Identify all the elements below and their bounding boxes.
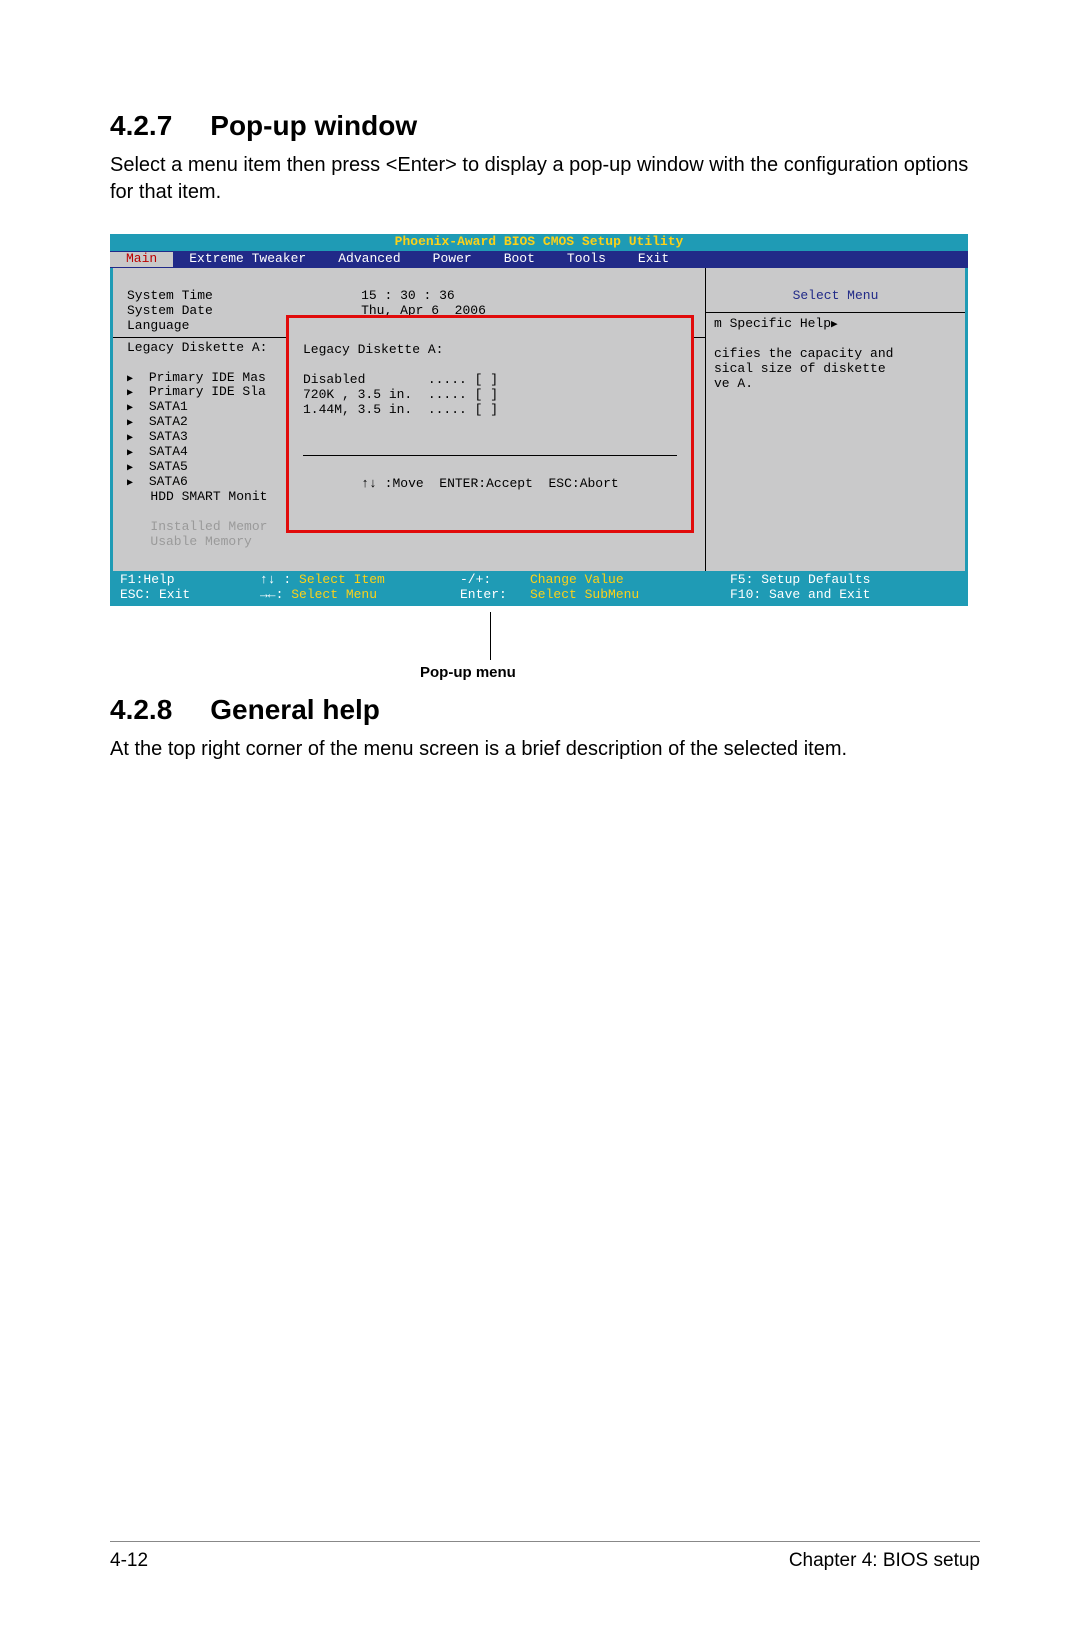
callout-line	[490, 612, 491, 660]
row-legacy-diskette-a[interactable]: Legacy Diskette A:	[127, 340, 267, 355]
callout: Pop-up menu	[110, 614, 968, 684]
chevron-right-icon	[127, 430, 141, 445]
hint-f1-help: F1:Help	[120, 573, 260, 588]
chevron-right-icon	[127, 400, 141, 415]
hint-setup-defaults: F5: Setup Defaults	[730, 573, 950, 588]
section-heading: 4.2.7 Pop-up window	[110, 110, 980, 142]
menu-tools[interactable]: Tools	[551, 252, 622, 267]
bios-screenshot: Phoenix-Award BIOS CMOS Setup Utility Ma…	[110, 234, 968, 606]
chevron-right-icon	[127, 460, 141, 475]
callout-label: Pop-up menu	[420, 664, 516, 681]
help-text: ve A.	[714, 376, 753, 391]
menu-extreme-tweaker[interactable]: Extreme Tweaker	[173, 252, 322, 267]
hint-enter-key: Enter:	[460, 588, 530, 603]
chevron-right-icon	[831, 316, 838, 331]
row-sata4[interactable]: SATA4	[149, 444, 188, 459]
menu-power[interactable]: Power	[417, 252, 488, 267]
menu-exit[interactable]: Exit	[622, 252, 685, 267]
row-system-time[interactable]: System Time 15 : 30 : 36	[127, 288, 455, 303]
hint-esc-exit: ESC: Exit	[120, 588, 260, 603]
row-primary-ide-master[interactable]: Primary IDE Mas	[149, 370, 266, 385]
section-body: At the top right corner of the menu scre…	[110, 736, 980, 763]
row-hdd-smart[interactable]: HDD SMART Monit	[150, 489, 267, 504]
hint-select-menu: →←: Select Menu	[260, 588, 460, 603]
chevron-right-icon	[127, 371, 141, 386]
page-number: 4-12	[110, 1550, 148, 1572]
row-sata2[interactable]: SATA2	[149, 414, 188, 429]
bios-body: System Time 15 : 30 : 36 System Date Thu…	[110, 268, 968, 571]
menu-main[interactable]: Main	[110, 252, 173, 267]
popup-title: Legacy Diskette A:	[303, 342, 443, 357]
menu-advanced[interactable]: Advanced	[322, 252, 416, 267]
page-footer: 4-12 Chapter 4: BIOS setup	[110, 1541, 980, 1572]
popup-option-720k[interactable]: 720K , 3.5 in. ..... [ ]	[303, 387, 498, 402]
bios-right-pane: Select Menu m Specific Help cifies the ca…	[705, 268, 965, 571]
item-specific-help-label: m Specific Help	[714, 316, 838, 331]
bios-menubar: Main Extreme Tweaker Advanced Power Boot…	[110, 251, 968, 268]
row-usable-memory: Usable Memory	[150, 534, 251, 549]
hint-select-item: ↑↓ : Select Item	[260, 573, 460, 588]
chapter-label: Chapter 4: BIOS setup	[789, 1550, 980, 1572]
popup-option-disabled[interactable]: Disabled ..... [ ]	[303, 372, 498, 387]
hint-save-exit: F10: Save and Exit	[730, 588, 950, 603]
chevron-right-icon	[127, 445, 141, 460]
menu-boot[interactable]: Boot	[488, 252, 551, 267]
bios-title: Phoenix-Award BIOS CMOS Setup Utility	[110, 234, 968, 251]
row-primary-ide-slave[interactable]: Primary IDE Sla	[149, 384, 266, 399]
chevron-right-icon	[127, 385, 141, 400]
section-title: Pop-up window	[210, 110, 417, 141]
row-sata6[interactable]: SATA6	[149, 474, 188, 489]
row-installed-memory: Installed Memor	[150, 519, 267, 534]
popup-option-1-44m[interactable]: 1.44M, 3.5 in. ..... [ ]	[303, 402, 498, 417]
row-sata1[interactable]: SATA1	[149, 399, 188, 414]
divider	[303, 455, 677, 456]
popup-window: Legacy Diskette A: Disabled ..... [ ] 72…	[286, 315, 694, 533]
chevron-right-icon	[127, 415, 141, 430]
bios-footer: F1:Help ↑↓ : Select Item -/+: Change Val…	[110, 571, 968, 606]
hint-change-value-key: -/+:	[460, 573, 530, 588]
popup-nav-hint: ↑↓ :Move ENTER:Accept ESC:Abort	[303, 477, 677, 492]
row-sata3[interactable]: SATA3	[149, 429, 188, 444]
hint-select-submenu: Select SubMenu	[530, 588, 730, 603]
help-text: cifies the capacity and	[714, 346, 893, 361]
hint-change-value: Change Value	[530, 573, 730, 588]
section-number: 4.2.8	[110, 694, 172, 726]
section-body: Select a menu item then press <Enter> to…	[110, 152, 980, 206]
row-sata5[interactable]: SATA5	[149, 459, 188, 474]
section-heading: 4.2.8 General help	[110, 694, 980, 726]
section-title: General help	[210, 694, 380, 725]
help-text: sical size of diskette	[714, 361, 886, 376]
section-number: 4.2.7	[110, 110, 172, 142]
select-menu-label: Select Menu	[714, 289, 957, 304]
chevron-right-icon	[127, 475, 141, 490]
